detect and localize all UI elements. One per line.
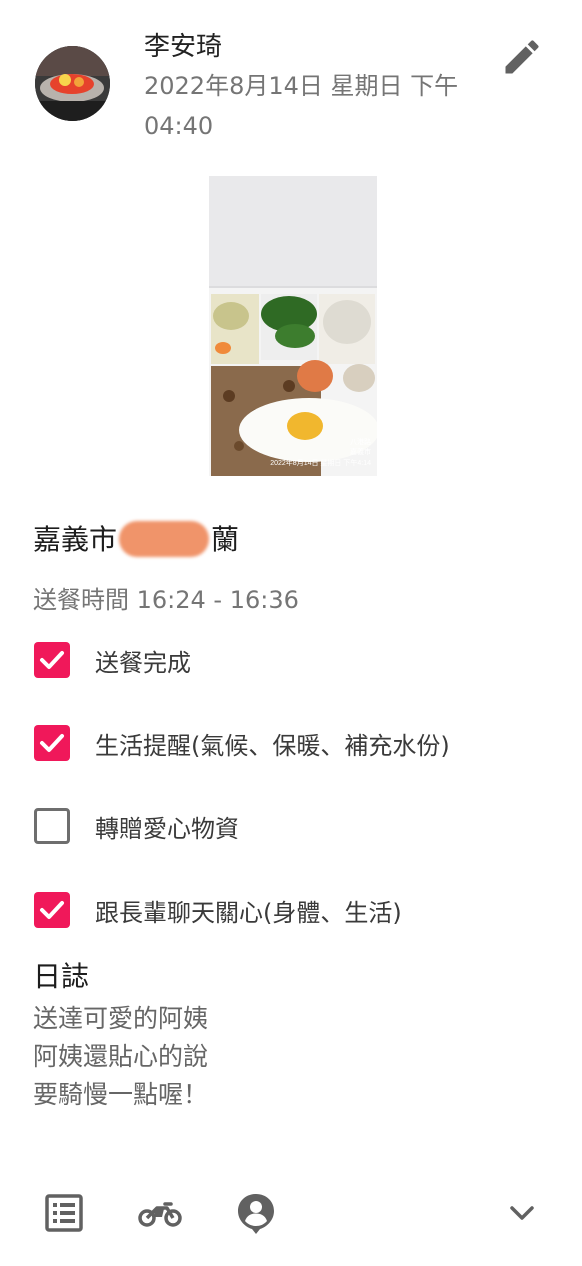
check-icon [40,651,64,669]
address-city: 嘉義市 [33,523,118,556]
photo-watermark-date: 2022年8月14日 星期日 下午4:14 [270,458,371,467]
photo-watermark-road: 八港路 [350,437,371,446]
avatar[interactable] [35,46,110,121]
person-pin-icon [238,1194,274,1234]
checklist-item-chat-care[interactable]: 跟長輩聊天關心(身體、生活) [34,890,402,930]
log-body: 送達可愛的阿姨 阿姨還貼心的說 要騎慢一點喔！ [33,1000,208,1114]
delivery-route-button[interactable] [137,1190,183,1236]
checklist-label: 轉贈愛心物資 [95,814,239,843]
motorcycle-icon [138,1202,182,1227]
checklist-item-delivery-complete[interactable]: 送餐完成 [34,640,191,680]
delivery-time: 送餐時間 16:24 - 16:36 [33,586,299,614]
checkbox-checked[interactable] [34,892,70,928]
log-line: 送達可愛的阿姨 [33,1004,209,1033]
list-button[interactable] [41,1190,87,1236]
expand-button[interactable] [499,1190,545,1236]
pencil-icon [505,40,539,74]
meal-photo[interactable]: 八港路 嘉義市 2022年8月14日 星期日 下午4:14 [209,176,377,476]
post-datetime: 2022年8月14日 星期日 下午04:40 [144,72,459,140]
checklist-item-life-reminder[interactable]: 生活提醒(氣候、保暖、補充水份) [34,723,450,763]
edit-button[interactable] [500,35,544,79]
author-name: 李安琦 [144,32,223,62]
redacted-name [119,521,210,557]
recipient-profile-button[interactable] [233,1190,279,1236]
checklist-label: 跟長輩聊天關心(身體、生活) [95,898,402,927]
checkbox-unchecked[interactable] [34,808,70,844]
address-name-suffix: 蘭 [211,523,240,556]
recipient-address: 嘉義市 蘭 [33,518,239,558]
check-icon [40,734,64,752]
checklist-label: 生活提醒(氣候、保暖、補充水份) [95,731,450,760]
checklist-label: 送餐完成 [95,648,191,677]
log-title: 日誌 [33,960,90,993]
log-line: 要騎慢一點喔！ [33,1080,209,1109]
check-icon [40,901,64,919]
list-icon [45,1194,83,1232]
log-line: 阿姨還貼心的說 [33,1042,209,1071]
photo-watermark-city: 嘉義市 [350,447,371,456]
chevron-down-icon [510,1206,534,1220]
checkbox-checked[interactable] [34,725,70,761]
checklist-item-donate-supplies[interactable]: 轉贈愛心物資 [34,806,239,846]
checkbox-checked[interactable] [34,642,70,678]
